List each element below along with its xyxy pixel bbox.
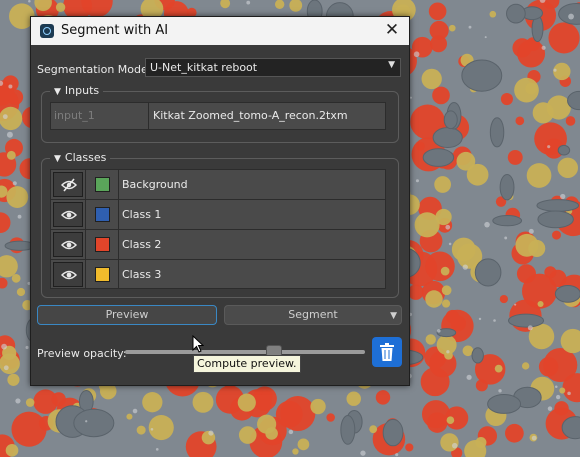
preview-opacity-label: Preview opacity: bbox=[37, 347, 127, 360]
classes-group-title: Classes bbox=[64, 151, 107, 164]
title-bar: Segment with AI ✕ bbox=[31, 17, 409, 45]
app-icon bbox=[40, 24, 54, 38]
preview-button[interactable]: Preview bbox=[37, 305, 217, 325]
class-color-swatch[interactable] bbox=[95, 237, 110, 252]
input-name-cell: input_1 bbox=[51, 103, 149, 129]
preview-opacity-slider[interactable] bbox=[125, 345, 365, 357]
eye-off-icon bbox=[61, 178, 77, 192]
chevron-down-icon: ▼ bbox=[388, 60, 395, 70]
color-cell bbox=[85, 260, 119, 289]
collapse-triangle-icon: ▼ bbox=[54, 154, 61, 164]
segment-button[interactable]: Segment ▼ bbox=[224, 305, 402, 325]
inputs-group-title: Inputs bbox=[64, 84, 100, 97]
clear-preview-button[interactable] bbox=[372, 337, 402, 367]
mouse-pointer-icon bbox=[192, 335, 204, 353]
classes-group: ▼ Classes Background Class 1 Class 2 Cla… bbox=[41, 151, 399, 298]
segment-button-label: Segment bbox=[288, 308, 338, 321]
color-cell bbox=[85, 170, 119, 199]
inputs-group: ▼ Inputs input_1 Kitkat Zoomed_tomo-A_rec… bbox=[41, 84, 399, 143]
class-row-class-2: Class 2 bbox=[51, 230, 385, 260]
class-color-swatch[interactable] bbox=[95, 207, 110, 222]
inputs-table: input_1 Kitkat Zoomed_tomo-A_recon.2txm bbox=[50, 102, 386, 130]
trash-icon bbox=[380, 343, 394, 361]
class-row-class-3: Class 3 bbox=[51, 260, 385, 290]
eye-icon bbox=[61, 210, 77, 220]
classes-group-header[interactable]: ▼ Classes bbox=[50, 151, 111, 164]
eye-icon bbox=[61, 240, 77, 250]
visibility-toggle-button[interactable] bbox=[53, 232, 83, 257]
class-color-swatch[interactable] bbox=[95, 267, 110, 282]
input-value-cell[interactable]: Kitkat Zoomed_tomo-A_recon.2txm bbox=[153, 103, 348, 129]
color-cell bbox=[85, 230, 119, 259]
class-row-class-1: Class 1 bbox=[51, 200, 385, 230]
close-button[interactable]: ✕ bbox=[383, 20, 401, 40]
inputs-group-header[interactable]: ▼ Inputs bbox=[50, 84, 104, 97]
window-title: Segment with AI bbox=[61, 23, 169, 38]
class-color-swatch[interactable] bbox=[95, 177, 110, 192]
segmentation-model-select[interactable]: U-Net_kitkat reboot ▼ bbox=[145, 58, 401, 77]
visibility-toggle-button[interactable] bbox=[53, 202, 83, 227]
class-label[interactable]: Class 2 bbox=[122, 238, 161, 251]
classes-table: Background Class 1 Class 2 Class 3 bbox=[50, 169, 386, 289]
visibility-toggle-button[interactable] bbox=[53, 262, 83, 287]
selected-model: U-Net_kitkat reboot bbox=[150, 61, 258, 74]
collapse-triangle-icon: ▼ bbox=[54, 87, 61, 97]
class-row-background: Background bbox=[51, 170, 385, 200]
segmentation-model-label: Segmentation Model: bbox=[37, 63, 155, 76]
eye-icon bbox=[61, 270, 77, 280]
chevron-down-icon[interactable]: ▼ bbox=[390, 307, 397, 325]
segment-with-ai-dialog: Segment with AI ✕ Segmentation Model: U-… bbox=[30, 16, 410, 386]
color-cell bbox=[85, 200, 119, 229]
class-label[interactable]: Class 3 bbox=[122, 268, 161, 281]
class-label[interactable]: Class 1 bbox=[122, 208, 161, 221]
tooltip: Compute preview. bbox=[193, 355, 301, 373]
visibility-toggle-button[interactable] bbox=[53, 172, 83, 197]
class-label[interactable]: Background bbox=[122, 178, 188, 191]
